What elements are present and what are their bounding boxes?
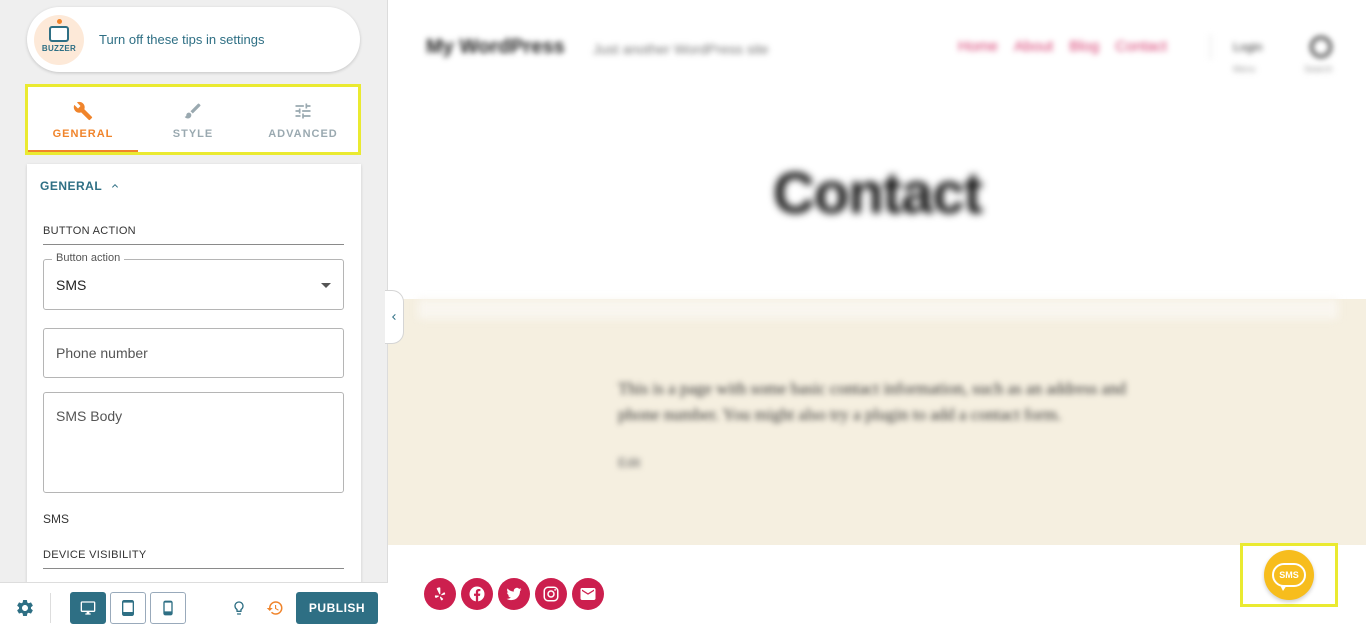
gear-icon[interactable] bbox=[15, 598, 35, 623]
mobile-view-button[interactable] bbox=[150, 592, 186, 624]
tab-general-label: GENERAL bbox=[52, 127, 114, 140]
logo-text: BUZZER bbox=[41, 43, 77, 53]
sms-button-label: SMS bbox=[1279, 570, 1299, 580]
buzzer-logo: BUZZER bbox=[34, 14, 84, 65]
mobile-icon bbox=[163, 600, 173, 616]
logo-antenna bbox=[57, 18, 62, 24]
sms-floating-button[interactable]: SMS bbox=[1264, 550, 1314, 600]
tips-banner[interactable]: BUZZER Turn off these tips in settings bbox=[27, 7, 360, 72]
settings-panel: GENERAL BUTTON ACTION Button action SMS … bbox=[27, 164, 361, 584]
tab-style[interactable]: STYLE bbox=[138, 87, 248, 152]
nav-item-home: Home bbox=[958, 38, 999, 55]
mail-icon bbox=[572, 578, 604, 610]
page-body-text: This is a page with some basic contact i… bbox=[618, 379, 1126, 424]
dropdown-caret-icon bbox=[321, 283, 331, 288]
tab-advanced[interactable]: ADVANCED bbox=[248, 87, 358, 152]
publish-button[interactable]: PUBLISH bbox=[296, 592, 378, 624]
button-action-value: SMS bbox=[56, 277, 87, 293]
app: BUZZER Turn off these tips in settings G… bbox=[0, 0, 1366, 632]
edit-link: Edit bbox=[618, 455, 641, 470]
social-links bbox=[424, 578, 604, 610]
device-visibility-section-label: DEVICE VISIBILITY bbox=[43, 549, 344, 569]
tab-general[interactable]: GENERAL bbox=[28, 87, 138, 152]
nav-search-label: Search bbox=[1304, 64, 1333, 74]
sms-body-textarea[interactable]: SMS Body bbox=[43, 392, 344, 493]
nav-item-blog: Blog bbox=[1069, 38, 1100, 55]
logo-robot-icon bbox=[49, 25, 69, 42]
yelp-icon bbox=[424, 578, 456, 610]
instagram-icon bbox=[535, 578, 567, 610]
site-tagline: Just another WordPress site bbox=[593, 41, 769, 57]
toolbar-divider bbox=[50, 593, 51, 623]
site-title: My WordPress bbox=[426, 36, 565, 58]
sidebar: BUZZER Turn off these tips in settings G… bbox=[0, 0, 388, 632]
nav-login: Login bbox=[1233, 40, 1263, 54]
nav-divider bbox=[1210, 34, 1211, 60]
desktop-view-button[interactable] bbox=[70, 592, 106, 624]
tablet-view-button[interactable] bbox=[110, 592, 146, 624]
chat-bubble-icon: SMS bbox=[1272, 563, 1306, 591]
sliders-icon bbox=[292, 100, 314, 122]
collapse-sidebar-button[interactable] bbox=[385, 290, 404, 344]
tab-style-label: STYLE bbox=[172, 127, 214, 140]
search-icon bbox=[1310, 36, 1332, 58]
general-section-toggle[interactable]: GENERAL bbox=[40, 179, 121, 193]
nav-item-contact: Contact bbox=[1115, 38, 1167, 55]
twitter-icon bbox=[498, 578, 530, 610]
button-action-section-label: BUTTON ACTION bbox=[43, 225, 344, 245]
sms-button-highlight: SMS bbox=[1240, 543, 1338, 607]
button-action-legend: Button action bbox=[52, 252, 125, 264]
phone-number-input[interactable]: Phone number bbox=[43, 328, 344, 378]
bottom-toolbar: PUBLISH bbox=[0, 582, 388, 632]
button-action-select[interactable]: Button action SMS bbox=[43, 252, 344, 310]
wrench-icon bbox=[72, 100, 94, 122]
tab-advanced-label: ADVANCED bbox=[268, 127, 338, 140]
nav-menu-label: Menu bbox=[1233, 64, 1256, 74]
lightbulb-icon[interactable] bbox=[231, 599, 247, 622]
page-title: Contact bbox=[773, 161, 983, 226]
content-section-band bbox=[418, 299, 1338, 319]
brush-icon bbox=[182, 100, 204, 122]
site-nav: Home About Blog Contact bbox=[958, 38, 1167, 55]
desktop-icon bbox=[80, 601, 96, 615]
sms-text: SMS bbox=[43, 512, 70, 526]
nav-item-about: About bbox=[1014, 38, 1054, 55]
site-preview: My WordPress Just another WordPress site… bbox=[388, 0, 1366, 632]
sms-body-placeholder: SMS Body bbox=[56, 408, 123, 424]
facebook-icon bbox=[461, 578, 493, 610]
chevron-left-icon bbox=[392, 314, 396, 320]
general-section-title: GENERAL bbox=[40, 179, 103, 193]
phone-number-placeholder: Phone number bbox=[56, 345, 148, 361]
chevron-up-icon bbox=[112, 184, 119, 188]
tab-bar: GENERAL STYLE ADVANCED bbox=[25, 84, 361, 155]
history-icon[interactable] bbox=[266, 599, 284, 622]
tablet-icon bbox=[122, 600, 134, 616]
tips-text[interactable]: Turn off these tips in settings bbox=[99, 32, 264, 47]
